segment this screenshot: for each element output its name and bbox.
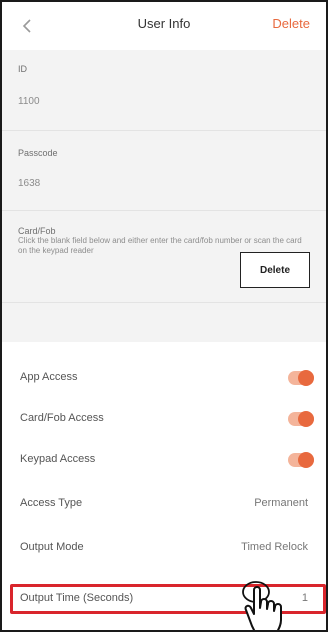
divider (2, 302, 326, 303)
passcode-label: Passcode (18, 148, 58, 158)
card-fob-access-toggle[interactable] (288, 411, 314, 427)
divider (2, 130, 326, 131)
passcode-field[interactable]: 1638 (18, 178, 40, 189)
output-mode-value: Timed Relock (241, 541, 308, 553)
id-field[interactable]: 1100 (18, 96, 40, 107)
toggle-knob (298, 411, 314, 427)
phone-screen: User Info Delete ID 1100 Passcode 1638 C… (0, 0, 328, 632)
credentials-section: ID 1100 Passcode 1638 Card/Fob Click the… (2, 50, 326, 342)
card-fob-label: Card/Fob (18, 226, 56, 236)
id-label: ID (18, 64, 27, 74)
keypad-access-toggle[interactable] (288, 452, 314, 468)
card-fob-access-row: Card/Fob Access (2, 399, 326, 440)
access-type-row[interactable]: Access Type Permanent (2, 484, 326, 525)
delete-user-button[interactable]: Delete (272, 16, 310, 31)
app-access-row: App Access (2, 358, 326, 399)
app-access-toggle[interactable] (288, 370, 314, 386)
output-mode-label: Output Mode (20, 541, 84, 553)
keypad-access-label: Keypad Access (20, 453, 96, 465)
output-mode-row[interactable]: Output Mode Timed Relock (2, 528, 326, 569)
access-type-value: Permanent (254, 497, 308, 509)
toggle-knob (298, 370, 314, 386)
access-type-label: Access Type (20, 497, 83, 509)
card-delete-button[interactable]: Delete (240, 252, 310, 288)
card-fob-access-label: Card/Fob Access (20, 412, 104, 424)
toggle-knob (298, 452, 314, 468)
keypad-access-row: Keypad Access (2, 440, 326, 481)
hand-pointer-icon (242, 581, 282, 630)
top-bar: User Info Delete (2, 2, 326, 50)
divider (2, 210, 326, 211)
app-access-label: App Access (20, 371, 78, 383)
